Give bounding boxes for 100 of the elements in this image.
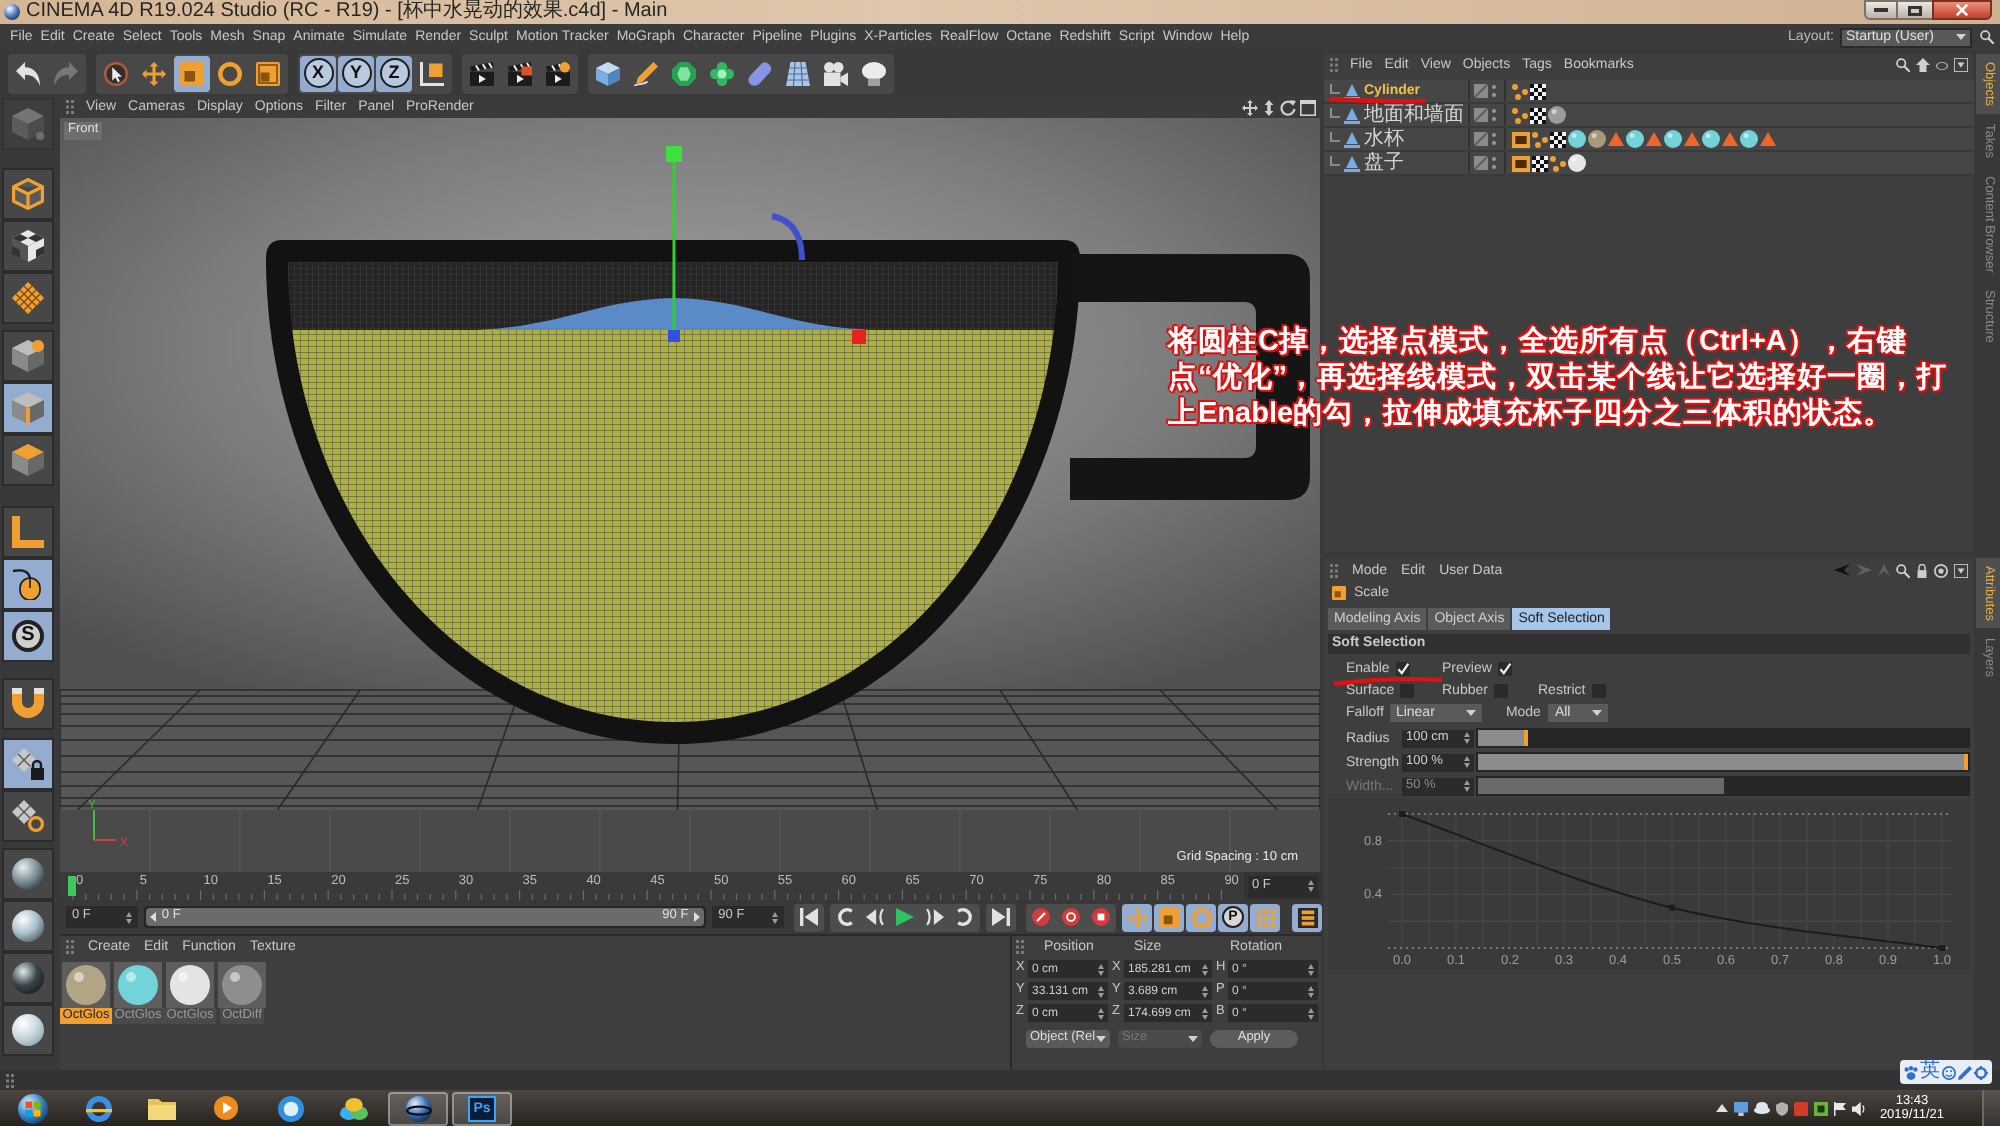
mode-button[interactable]: [2, 558, 54, 610]
key-filter-button[interactable]: [1250, 903, 1280, 931]
cube-face-icon: [12, 444, 44, 476]
workplane-button[interactable]: [2, 738, 54, 790]
mode-button[interactable]: [2, 168, 54, 220]
playhead-marker[interactable]: [68, 876, 76, 896]
cross-arrows-icon[interactable]: [1242, 99, 1258, 115]
slider-handle[interactable]: [1964, 754, 1968, 770]
object-row[interactable]: 地面和墙面: [1324, 104, 1974, 128]
auto-key-button[interactable]: [1056, 903, 1086, 931]
skip-forward-button[interactable]: [986, 903, 1016, 931]
search-icon[interactable]: [1980, 30, 1994, 44]
settings-icon[interactable]: [1974, 1065, 1988, 1079]
object-row[interactable]: 水杯: [1324, 128, 1974, 152]
play-circle-icon: [214, 1096, 238, 1120]
spinner-icon: [1464, 732, 1470, 744]
key-filter-button[interactable]: [1292, 903, 1322, 931]
close-icon: [1956, 4, 1968, 16]
slider-handle[interactable]: [1523, 730, 1527, 746]
previous-key-icon: [836, 908, 855, 926]
checkbox[interactable]: [1395, 662, 1410, 676]
sphere-button[interactable]: [2, 900, 54, 952]
mode-button[interactable]: [2, 506, 54, 558]
vertical-axis-handle[interactable]: [666, 146, 682, 330]
sphere-button[interactable]: [2, 848, 54, 900]
maximize-icon: [1908, 5, 1922, 15]
monitor-icon[interactable]: [1733, 1101, 1748, 1115]
input-mode-label[interactable]: 英: [1920, 1060, 1940, 1084]
cube-icon: [596, 61, 620, 85]
window-icon[interactable]: [1300, 99, 1316, 115]
mode-button[interactable]: [2, 330, 54, 382]
workplane-button[interactable]: [2, 790, 54, 842]
panel-menu-icon[interactable]: [1954, 58, 1968, 72]
maximize-button[interactable]: [1898, 0, 1932, 20]
grid-lock-icon: [12, 748, 44, 780]
rotation-arc-handle[interactable]: [771, 213, 805, 261]
mode-button[interactable]: [2, 220, 54, 272]
panel-menu-icon[interactable]: [1954, 563, 1968, 577]
cross-arrows-icon: [142, 61, 166, 85]
close-button[interactable]: [1932, 0, 1992, 20]
cloud-icon: [340, 1097, 368, 1119]
sphere-icon: [12, 910, 44, 942]
pen-icon[interactable]: [1958, 1065, 1972, 1079]
left-arrow-icon: [149, 912, 156, 922]
grid-icon: [786, 61, 810, 85]
cloud-icon[interactable]: [1753, 1102, 1770, 1114]
sphere-button[interactable]: [2, 1004, 54, 1056]
up-arrow-icon[interactable]: [1916, 58, 1930, 72]
minimize-button[interactable]: [1864, 0, 1898, 20]
square-icon[interactable]: [1793, 1101, 1808, 1115]
key-filter-button[interactable]: [1186, 903, 1216, 931]
key-button[interactable]: [1086, 903, 1116, 931]
up-arrow-icon[interactable]: [1715, 1104, 1728, 1112]
spinner-icon: [1202, 963, 1208, 975]
object-row[interactable]: 盘子: [1324, 152, 1974, 176]
spinner-icon: [1098, 1007, 1104, 1019]
pen-icon: [634, 61, 658, 85]
folder-icon: [148, 1096, 176, 1120]
mode-button[interactable]: [2, 382, 54, 434]
mode-button[interactable]: [2, 272, 54, 324]
speaker-icon[interactable]: [1851, 1101, 1866, 1115]
key-filter-button[interactable]: [1122, 903, 1152, 931]
search-icon[interactable]: [1896, 58, 1910, 72]
checkbox[interactable]: [1497, 662, 1512, 676]
smiley-icon[interactable]: [1942, 1065, 1956, 1079]
checkbox[interactable]: [1400, 683, 1415, 697]
paw-icon[interactable]: [1904, 1065, 1918, 1079]
search-icon[interactable]: [1896, 563, 1910, 577]
object-name: 地面和墙面: [1364, 105, 1464, 125]
sphere-button[interactable]: [2, 952, 54, 1004]
undo-icon: [16, 61, 40, 85]
dots-tag-icon: [1550, 155, 1566, 171]
rotate-icon[interactable]: [1280, 99, 1296, 115]
solo-button[interactable]: S: [2, 610, 54, 662]
gem-icon: [672, 61, 696, 85]
center-handle[interactable]: [668, 330, 680, 342]
next-frame-icon: [926, 908, 945, 926]
spinner-icon: [1308, 985, 1314, 997]
key-filter-button[interactable]: [1154, 903, 1184, 931]
chip-icon[interactable]: [1813, 1101, 1828, 1115]
mode-button[interactable]: [2, 434, 54, 486]
horizontal-axis-handle[interactable]: [852, 330, 866, 344]
taskbar-app[interactable]: [388, 1091, 448, 1125]
flag-icon[interactable]: [1833, 1101, 1846, 1115]
record-button[interactable]: [1026, 903, 1056, 931]
scale-button[interactable]: [174, 55, 210, 91]
target-icon[interactable]: [1934, 563, 1948, 577]
axis-lock-button[interactable]: Y: [338, 55, 374, 91]
spinner-icon: [1464, 756, 1470, 768]
shield-icon[interactable]: [1775, 1101, 1788, 1115]
lock-icon[interactable]: [1916, 563, 1928, 577]
axis-lock-button[interactable]: Z: [376, 55, 412, 91]
vertical-arrows-icon[interactable]: [1262, 99, 1276, 115]
cube-edge-icon: [12, 392, 44, 424]
snap-button[interactable]: [2, 678, 54, 730]
world-axis-icon: [93, 809, 117, 841]
spinner-icon: [1464, 780, 1470, 792]
diamond-grid-icon: [12, 282, 44, 314]
skip-back-button[interactable]: [794, 903, 825, 931]
axis-lock-button[interactable]: X: [300, 55, 336, 91]
